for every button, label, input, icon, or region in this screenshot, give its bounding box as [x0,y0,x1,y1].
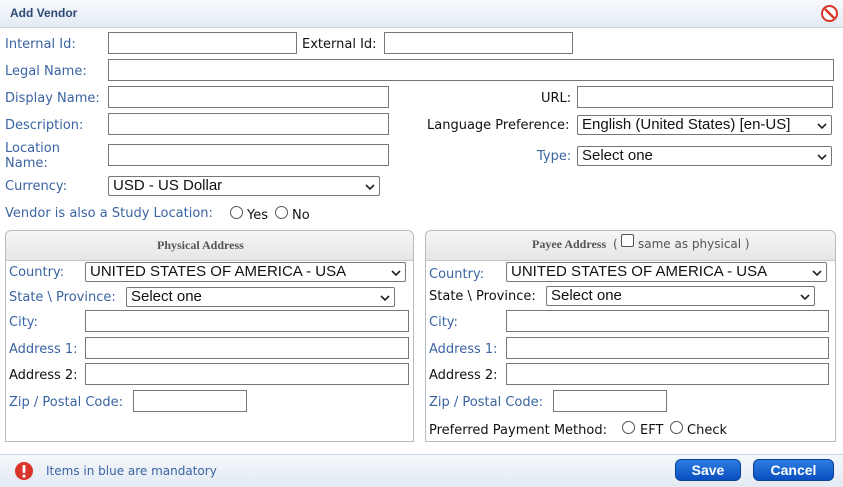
legal-name-label: Legal Name: [5,64,87,79]
payee-address2-label: Address 2: [429,368,498,383]
internal-id-input[interactable] [108,32,297,54]
currency-value: USD - US Dollar [113,177,223,194]
chevron-down-icon [817,154,827,161]
external-id-label: External Id: [302,37,377,52]
chevron-down-icon [391,270,401,277]
physical-address2-input[interactable] [85,363,409,385]
study-location-label: Vendor is also a Study Location: [5,206,213,221]
payee-address1-input[interactable] [506,337,829,359]
payee-country-label: Country: [429,267,485,282]
payee-address-title: Payee Address [532,237,607,251]
url-input[interactable] [577,86,833,108]
chevron-down-icon [817,123,827,130]
description-label: Description: [5,118,84,133]
type-label: Type: [537,149,572,164]
study-location-no-label: No [292,208,310,223]
payment-check-radio[interactable] [670,421,683,434]
cancel-button[interactable]: Cancel [753,459,834,481]
description-input[interactable] [108,113,389,135]
physical-state-label: State \ Province: [9,290,116,305]
url-label: URL: [541,91,572,106]
dialog-title: Add Vendor [10,6,78,20]
payee-address-header: Payee Address ( same as physical ) [426,231,835,261]
location-name-input[interactable] [108,144,389,166]
display-name-input[interactable] [108,86,389,108]
chevron-down-icon [800,294,810,301]
currency-select[interactable]: USD - US Dollar [108,176,380,196]
physical-city-input[interactable] [85,310,409,332]
payee-zip-input[interactable] [553,390,667,412]
location-name-label-line1: Location [5,141,60,156]
display-name-label: Display Name: [5,91,100,106]
payee-country-value: UNITED STATES OF AMERICA - USA [511,263,768,280]
physical-state-select[interactable]: Select one [126,287,395,307]
language-preference-value: English (United States) [en-US] [582,116,791,133]
external-id-input[interactable] [384,32,573,54]
same-as-physical-label: same as physical ) [638,237,750,251]
close-icon[interactable] [821,5,838,22]
study-location-no-radio[interactable] [275,206,288,219]
payee-country-select[interactable]: UNITED STATES OF AMERICA - USA [506,262,827,282]
language-preference-label: Language Preference: [427,118,570,133]
currency-label: Currency: [5,179,68,194]
same-as-physical-checkbox[interactable] [621,234,634,247]
legal-name-input[interactable] [108,59,834,81]
physical-country-value: UNITED STATES OF AMERICA - USA [90,263,347,280]
location-name-label-line2: Name: [5,156,48,171]
type-value: Select one [582,147,653,164]
mandatory-note: Items in blue are mandatory [46,464,217,478]
chevron-down-icon [812,270,822,277]
payee-city-label: City: [429,315,458,330]
payment-eft-radio[interactable] [622,421,635,434]
save-button[interactable]: Save [675,459,741,481]
internal-id-label: Internal Id: [5,37,76,52]
payee-address2-input[interactable] [506,363,829,385]
payee-paren-open: ( [613,237,618,251]
physical-zip-input[interactable] [133,390,247,412]
payee-state-value: Select one [551,287,622,304]
study-location-yes-radio[interactable] [230,206,243,219]
dialog-titlebar: Add Vendor [0,0,843,28]
payee-state-select[interactable]: Select one [546,286,815,306]
physical-country-select[interactable]: UNITED STATES OF AMERICA - USA [85,262,406,282]
physical-country-label: Country: [9,265,65,280]
payee-address1-label: Address 1: [429,342,498,357]
payment-eft-label: EFT [640,423,664,438]
language-preference-select[interactable]: English (United States) [en-US] [577,115,832,135]
chevron-down-icon [380,295,390,302]
chevron-down-icon [365,184,375,191]
type-select[interactable]: Select one [577,146,832,166]
payee-zip-label: Zip / Postal Code: [429,395,543,410]
physical-address-title: Physical Address [157,238,244,252]
physical-city-label: City: [9,315,38,330]
warning-icon [15,462,33,480]
physical-address-header: Physical Address [6,231,413,261]
payment-method-label: Preferred Payment Method: [429,423,607,438]
payee-city-input[interactable] [506,310,829,332]
dialog-footer: Items in blue are mandatory Save Cancel [0,454,843,487]
physical-zip-label: Zip / Postal Code: [9,395,123,410]
physical-address1-label: Address 1: [9,342,78,357]
payee-state-label: State \ Province: [429,289,536,304]
physical-address1-input[interactable] [85,337,409,359]
payment-check-label: Check [687,423,727,438]
study-location-yes-label: Yes [247,208,268,223]
physical-address2-label: Address 2: [9,368,78,383]
physical-state-value: Select one [131,288,202,305]
